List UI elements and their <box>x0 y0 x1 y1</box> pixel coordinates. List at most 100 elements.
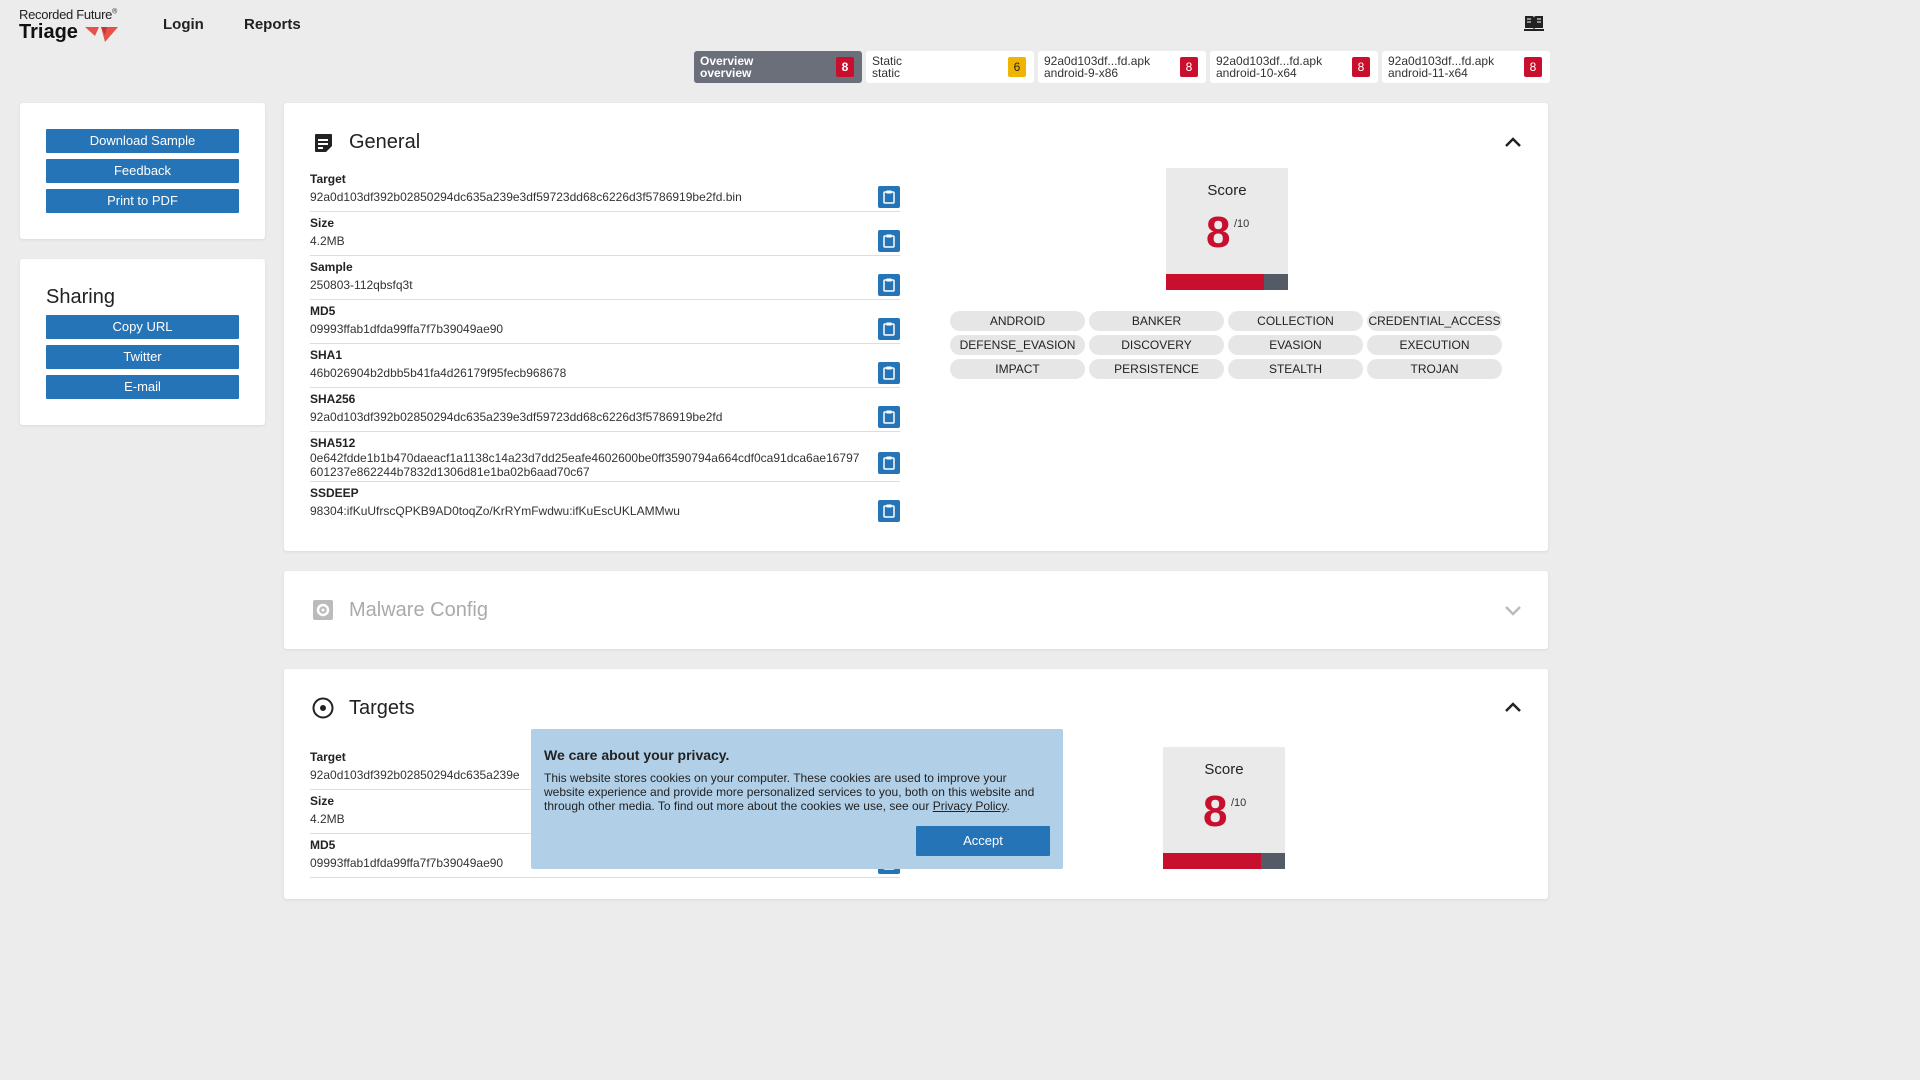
tab-static[interactable]: Static static 6 <box>866 51 1034 83</box>
tag: BANKER <box>1089 311 1224 331</box>
copy-button[interactable] <box>878 500 900 522</box>
accept-cookies-button[interactable]: Accept <box>916 826 1050 856</box>
tab-android-10-x64[interactable]: 92a0d103df...fd.apk android-10-x64 8 <box>1210 51 1378 83</box>
score-box: Score 8 /10 <box>1163 747 1285 869</box>
field-sha1: SHA1 46b026904b2dbb5b41fa4d26179f95fecb9… <box>310 348 900 388</box>
field-md5: MD5 09993ffab1dfda99ffa7f7b39049ae90 <box>310 304 900 344</box>
score-badge: 8 <box>836 57 854 77</box>
malware-config-card[interactable]: Malware Config <box>284 571 1548 649</box>
general-title: General <box>349 131 421 153</box>
clipboard-icon <box>883 322 895 336</box>
feedback-button[interactable]: Feedback <box>46 159 239 183</box>
field-target: Target 92a0d103df392b02850294dc635a239e3… <box>310 172 900 212</box>
copy-button[interactable] <box>878 186 900 208</box>
score-bar <box>1166 274 1288 290</box>
privacy-policy-link[interactable]: Privacy Policy <box>933 799 1007 813</box>
copy-button[interactable] <box>878 274 900 296</box>
email-share-button[interactable]: E-mail <box>46 375 239 399</box>
field-value: 92a0d103df392b02850294dc635a239e3df59723… <box>310 190 742 204</box>
copy-button[interactable] <box>878 318 900 340</box>
cookie-text: This website stores cookies on your comp… <box>544 771 1050 813</box>
brand-product: Triage <box>19 21 78 43</box>
tag: TROJAN <box>1367 359 1502 379</box>
chevron-up-icon[interactable] <box>1504 701 1522 713</box>
copy-button[interactable] <box>878 362 900 384</box>
tab-subtitle: android-9-x86 <box>1044 66 1119 80</box>
tag: STEALTH <box>1228 359 1363 379</box>
tab-overview[interactable]: Overview overview 8 <box>694 51 862 83</box>
field-value: 0e642fdde1b1b470daeacf1a1138c14a23d7dd25… <box>310 451 860 479</box>
field-label: Sample <box>310 260 353 274</box>
field-label: SHA1 <box>310 348 343 362</box>
score-value: 8 <box>1203 787 1228 836</box>
field-sha512: SHA512 0e642fdde1b1b470daeacf1a1138c14a2… <box>310 436 900 482</box>
field-value: 92a0d103df392b02850294dc635a239e3df59723… <box>310 410 723 424</box>
book-icon[interactable] <box>1524 14 1544 32</box>
tab-android-9-x86[interactable]: 92a0d103df...fd.apk android-9-x86 8 <box>1038 51 1206 83</box>
score-max: /10 <box>1234 218 1250 230</box>
malware-config-title: Malware Config <box>349 599 488 621</box>
field-label: Target <box>310 172 346 186</box>
score-badge: 6 <box>1008 57 1026 77</box>
score-badge: 8 <box>1524 57 1542 77</box>
field-value: 09993ffab1dfda99ffa7f7b39049ae90 <box>310 322 504 336</box>
chevron-down-icon[interactable] <box>1504 604 1522 616</box>
tab-subtitle: overview <box>700 66 752 80</box>
copy-url-button[interactable]: Copy URL <box>46 315 239 339</box>
tab-subtitle: static <box>872 66 901 80</box>
clipboard-icon <box>883 366 895 380</box>
field-size: Size 4.2MB <box>310 216 900 256</box>
tab-subtitle: android-11-x64 <box>1388 66 1468 80</box>
triage-logo[interactable]: Recorded Future® Triage <box>19 7 139 45</box>
field-label: SHA256 <box>310 392 356 406</box>
tag: CREDENTIAL_ACCESS <box>1367 311 1502 331</box>
actions-panel: Download Sample Feedback Print to PDF <box>20 103 265 239</box>
score-max: /10 <box>1231 797 1247 809</box>
copy-button[interactable] <box>878 406 900 428</box>
tab-subtitle: android-10-x64 <box>1216 66 1297 80</box>
score-badge: 8 <box>1180 57 1198 77</box>
field-sha256: SHA256 92a0d103df392b02850294dc635a239e3… <box>310 392 900 432</box>
gear-icon <box>313 600 333 620</box>
nav-login[interactable]: Login <box>163 16 204 33</box>
nav-reports[interactable]: Reports <box>244 16 301 33</box>
copy-button[interactable] <box>878 452 900 474</box>
sharing-panel: Sharing Copy URL Twitter E-mail <box>20 259 265 425</box>
tag: COLLECTION <box>1228 311 1363 331</box>
clipboard-icon <box>883 278 895 292</box>
copy-button[interactable] <box>878 230 900 252</box>
score-label: Score <box>1204 761 1244 778</box>
field-value: 98304:ifKuUfrscQPKB9AD0toqZo/KrRYmFwdwu:… <box>310 504 680 518</box>
tag: ANDROID <box>950 311 1085 331</box>
score-bar-fill <box>1163 853 1261 869</box>
general-card: General Target 92a0d103df392b02850294dc6… <box>284 103 1548 551</box>
twitter-share-button[interactable]: Twitter <box>46 345 239 369</box>
tab-android-11-x64[interactable]: 92a0d103df...fd.apk android-11-x64 8 <box>1382 51 1550 83</box>
note-icon <box>315 134 332 152</box>
score-badge: 8 <box>1352 57 1370 77</box>
tag-list: ANDROID BANKER COLLECTION CREDENTIAL_ACC… <box>950 311 1506 379</box>
print-to-pdf-button[interactable]: Print to PDF <box>46 189 239 213</box>
field-label: SSDEEP <box>310 486 359 500</box>
clipboard-icon <box>883 504 895 518</box>
field-value: 4.2MB <box>310 234 345 248</box>
triage-mark-icon <box>85 27 118 42</box>
tag: DISCOVERY <box>1089 335 1224 355</box>
brand-trademark: ® <box>112 8 117 16</box>
score-box: Score 8 /10 <box>1166 168 1288 290</box>
field-sample: Sample 250803-112qbsfq3t <box>310 260 900 300</box>
tag: PERSISTENCE <box>1089 359 1224 379</box>
score-bar-fill <box>1166 274 1264 290</box>
download-sample-button[interactable]: Download Sample <box>46 129 239 153</box>
score-label: Score <box>1207 182 1247 199</box>
tag: IMPACT <box>950 359 1085 379</box>
clipboard-icon <box>883 456 895 470</box>
target-icon <box>312 697 334 719</box>
brand-company: Recorded Future <box>19 7 113 22</box>
report-tabs: Overview overview 8 Static static 6 92a0… <box>694 51 1550 83</box>
field-label: SHA512 <box>310 436 356 450</box>
clipboard-icon <box>883 410 895 424</box>
chevron-up-icon[interactable] <box>1504 136 1522 148</box>
tag: EXECUTION <box>1367 335 1502 355</box>
score-value: 8 <box>1206 208 1231 257</box>
